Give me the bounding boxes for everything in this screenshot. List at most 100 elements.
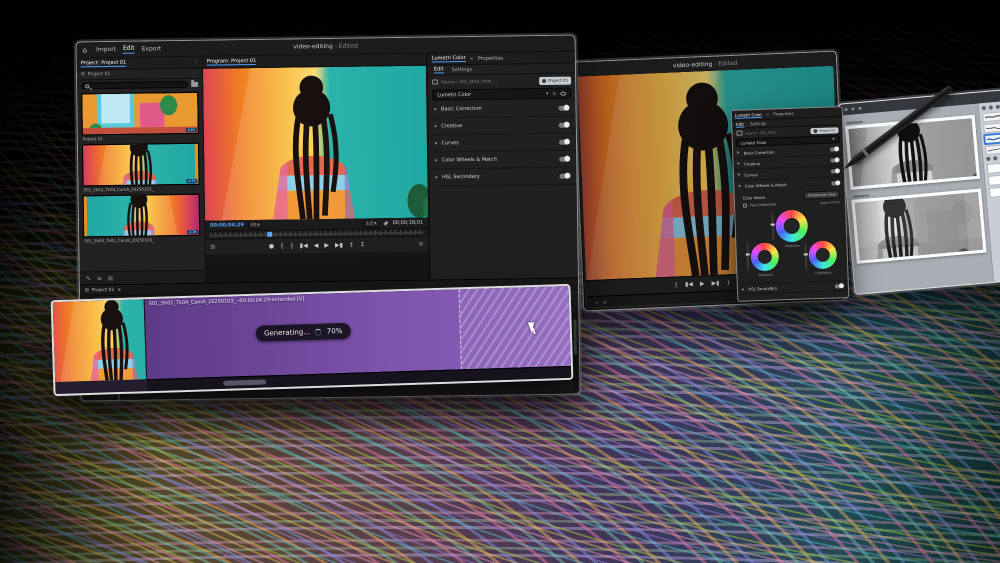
toggle-switch[interactable] xyxy=(559,139,570,144)
lumetri-preset-select[interactable]: Lumetri Color ▾ fx xyxy=(432,88,571,101)
snap-icon[interactable]: ∞ xyxy=(595,299,599,304)
brush-stroke-preset[interactable] xyxy=(985,144,1000,155)
tab-lumetri-color[interactable]: Lumetri Color xyxy=(432,55,466,62)
main-title-text: video-editing xyxy=(293,43,333,51)
tab-properties[interactable]: Properties xyxy=(478,55,503,61)
lift-icon[interactable]: ↥ xyxy=(349,242,354,248)
grid-view-icon[interactable]: ⊞ xyxy=(108,275,113,282)
target-sequence-button[interactable]: Project 01 xyxy=(810,127,838,134)
step-back-icon[interactable]: ▮◀ xyxy=(685,281,693,288)
toggle-switch[interactable] xyxy=(830,158,839,162)
comparison-view-button[interactable]: Comparison View xyxy=(804,190,840,199)
timeline-vertical-scrollbar[interactable] xyxy=(572,312,578,390)
toggle-switch[interactable] xyxy=(559,122,570,127)
opacity-icon[interactable] xyxy=(993,156,997,160)
list-item[interactable]: 2;19 S01_Sh04_Tk01_CamB_20250103_ xyxy=(79,192,205,245)
layers-icon[interactable] xyxy=(986,157,990,161)
grid-icon[interactable]: ⊞ xyxy=(603,299,607,304)
subtab-edit[interactable]: Edit xyxy=(434,66,444,73)
tab-project[interactable]: Project: Project 01 xyxy=(81,60,127,68)
export-frame-icon[interactable]: ⊞ xyxy=(210,244,215,251)
pen-tool-icon[interactable]: ✎ xyxy=(86,275,91,282)
toggle-switch[interactable] xyxy=(559,156,570,161)
toggle-switch[interactable] xyxy=(831,169,840,173)
toggle-switch[interactable] xyxy=(830,147,839,151)
highlights-wheel[interactable] xyxy=(808,240,837,269)
extract-icon[interactable]: ↧ xyxy=(360,242,365,248)
toolbar-dot-icon[interactable] xyxy=(851,107,854,110)
layer-thumb[interactable] xyxy=(989,186,1000,198)
section-basic-correction[interactable]: ▸ Basic Correction xyxy=(428,100,575,119)
brush-stroke-preset[interactable] xyxy=(983,122,1000,133)
close-icon[interactable]: × xyxy=(470,55,474,61)
midtones-wheel[interactable] xyxy=(775,209,808,242)
shadows-slider[interactable] xyxy=(746,243,749,269)
panel-menu-icon[interactable]: ⋮ xyxy=(193,59,198,65)
step-forward-icon[interactable]: ▶▮ xyxy=(711,280,719,287)
tab-properties[interactable]: Properties xyxy=(773,111,793,117)
grid-icon[interactable]: ⊞ xyxy=(81,72,85,77)
toggle-switch[interactable] xyxy=(558,105,569,110)
step-forward-icon[interactable]: ▶▮ xyxy=(335,242,343,248)
resolution-select[interactable]: 1/2 ▾ xyxy=(363,220,380,227)
scrubber-playhead[interactable] xyxy=(268,232,273,237)
preset-label: Lumetri Color xyxy=(437,91,471,97)
bw-photo-2-overlay xyxy=(855,192,984,261)
mark-out-icon[interactable]: } xyxy=(290,243,294,249)
list-item[interactable]: 4;03 Project 01 xyxy=(77,90,203,143)
section-hsl-secondary[interactable]: ▸ HSL Secondary xyxy=(429,168,576,187)
tab-lumetri-color[interactable]: Lumetri Color xyxy=(735,111,762,118)
eye-icon[interactable] xyxy=(560,91,566,95)
step-back-icon[interactable]: ▮◀ xyxy=(300,243,308,249)
list-view-icon[interactable]: ≡ xyxy=(97,275,102,282)
subtab-settings[interactable]: Settings xyxy=(750,121,767,127)
color-icon[interactable] xyxy=(996,105,1000,109)
brush-stroke-preset-selected[interactable] xyxy=(984,133,1000,144)
fx-icon[interactable]: fx xyxy=(552,91,556,96)
brush-icon[interactable] xyxy=(982,106,986,110)
strip-clip-body[interactable]: S01_Sh01_Tk04_CamA_20250103_ -00;00;04;2… xyxy=(145,286,571,379)
marker-icon[interactable]: ● xyxy=(269,243,274,249)
shot-label-bar xyxy=(853,194,869,197)
toolbar-dot-icon[interactable] xyxy=(844,108,847,111)
subtab-settings[interactable]: Settings xyxy=(452,66,473,72)
section-creative[interactable]: ▸ Creative xyxy=(429,117,576,136)
list-item[interactable]: 4;29 S01_Sh01_Tk04_CamA_20250103_ xyxy=(78,141,204,194)
fit-select[interactable]: Fit ▾ xyxy=(248,221,263,228)
toggle-switch[interactable] xyxy=(835,284,844,288)
mark-in-icon[interactable]: { xyxy=(280,243,284,249)
search-input[interactable] xyxy=(81,81,188,89)
checkbox[interactable] xyxy=(743,204,747,208)
mark-out-icon[interactable]: } xyxy=(726,279,730,286)
midtones-slider[interactable] xyxy=(771,213,774,241)
section-color-wheels[interactable]: ▸ Color Wheels & Match xyxy=(429,151,576,170)
section-curves[interactable]: ▸ Curves xyxy=(429,134,576,153)
target-sequence-button[interactable]: Project 01 xyxy=(539,76,571,84)
subtab-edit[interactable]: Edit xyxy=(736,121,744,127)
play-icon[interactable]: ▶ xyxy=(700,280,705,287)
play-icon[interactable]: ▶ xyxy=(324,242,329,248)
folder-icon[interactable] xyxy=(191,82,198,87)
layer-thumb[interactable] xyxy=(987,162,1000,174)
toggle-switch[interactable] xyxy=(831,181,840,185)
wrench-icon[interactable] xyxy=(384,221,389,226)
layer-thumb[interactable] xyxy=(988,174,1000,186)
toggle-switch[interactable] xyxy=(559,173,570,178)
brush-stroke-preset[interactable] xyxy=(982,111,1000,122)
chevron-down-icon[interactable]: ▾ xyxy=(832,136,835,142)
section-label: HSL Secondary xyxy=(748,286,777,292)
prev-frame-icon[interactable]: ◀ xyxy=(314,243,319,249)
chevron-down-icon[interactable]: ▾ xyxy=(546,90,549,96)
generative-extend-strip: S01_Sh01_Tk04_CamA_20250103_ -00;00;04;2… xyxy=(51,284,574,396)
tab-program[interactable]: Program: Project 01 xyxy=(207,58,257,66)
chevron-right-icon: ▸ xyxy=(435,174,438,180)
toolbar-dot-icon[interactable] xyxy=(858,107,861,110)
mark-in-icon[interactable]: { xyxy=(674,281,678,288)
storyboard-frame-2[interactable] xyxy=(851,189,986,264)
apply-match-button[interactable]: Apply Match xyxy=(820,200,840,205)
close-icon[interactable]: × xyxy=(117,287,121,292)
settings-icon[interactable]: ≡ xyxy=(418,241,423,248)
tab-sequence[interactable]: Project 01 xyxy=(92,287,115,292)
close-icon[interactable]: × xyxy=(766,112,770,117)
eraser-icon[interactable] xyxy=(989,105,993,109)
